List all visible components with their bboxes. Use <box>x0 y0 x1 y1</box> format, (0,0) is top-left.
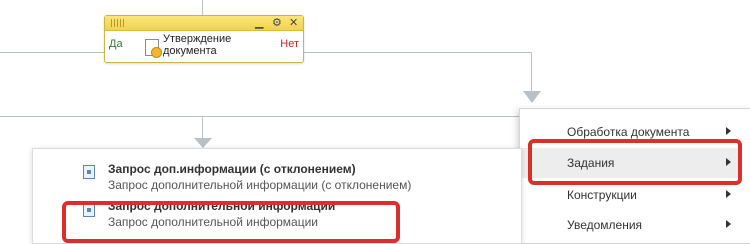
menu-item-label: Обработка документа <box>567 125 690 139</box>
no-branch-label: Нет <box>280 38 299 50</box>
connector-line <box>0 52 104 53</box>
submenu-item-title: Запрос доп.информации (с отклонением) <box>108 162 356 176</box>
arrow-marker-icon <box>194 138 212 148</box>
submenu-item[interactable]: Запрос доп.информации (с отклонением) За… <box>33 155 521 195</box>
highlight-box <box>62 201 400 243</box>
node-header[interactable]: ▁ ⚙ ✕ <box>105 16 303 31</box>
minimize-icon[interactable]: ▁ <box>255 16 263 30</box>
chevron-right-icon <box>726 127 731 135</box>
arrow-marker-icon <box>523 91 541 103</box>
document-approval-icon <box>145 39 162 58</box>
node-title-line: Утверждение <box>163 33 232 45</box>
connector-line <box>531 52 532 92</box>
connector-line <box>302 52 532 53</box>
drag-handle-icon[interactable] <box>111 19 125 27</box>
connector-line <box>202 0 203 15</box>
menu-item-notifications[interactable]: Уведомления <box>520 210 742 240</box>
connector-line <box>0 116 519 117</box>
gear-icon[interactable]: ⚙ <box>272 16 282 30</box>
node-title-line: документа <box>163 45 217 57</box>
menu-item-label: Уведомления <box>567 218 643 232</box>
highlight-box <box>528 139 742 185</box>
approval-node[interactable]: ▁ ⚙ ✕ Да Утверждение документа Нет <box>104 15 304 63</box>
connector-line <box>202 116 203 140</box>
submenu-item-description: Запрос дополнительной информации (с откл… <box>108 178 412 192</box>
yes-branch-label: Да <box>109 38 123 50</box>
menu-item-label: Конструкции <box>567 188 637 202</box>
node-title: Утверждение документа <box>163 33 273 57</box>
task-template-icon <box>83 165 95 179</box>
chevron-right-icon <box>726 220 731 228</box>
chevron-right-icon <box>726 190 731 198</box>
close-icon[interactable]: ✕ <box>289 16 298 30</box>
